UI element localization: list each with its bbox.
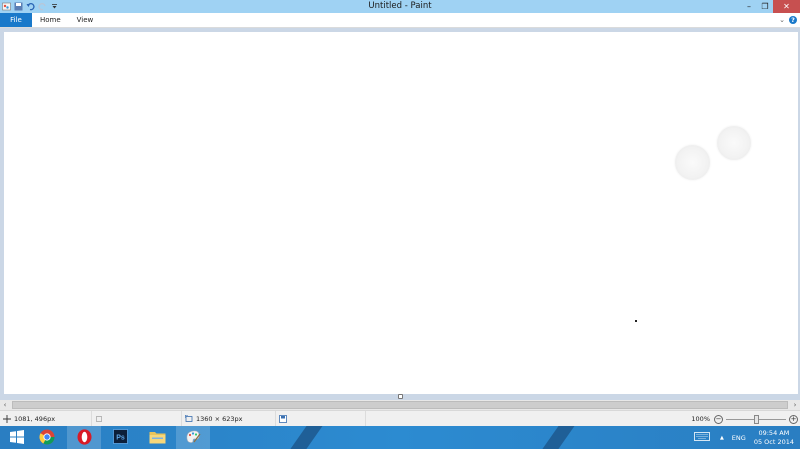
keyboard-icon[interactable]	[694, 432, 710, 443]
undo-icon[interactable]	[25, 2, 35, 12]
help-icon[interactable]: ?	[789, 16, 797, 24]
selection-size-cell	[92, 411, 182, 427]
quick-access-toolbar	[0, 0, 61, 13]
ribbon-tabs: File Home View ⌄ ?	[0, 13, 800, 28]
zoom-in-button[interactable]: +	[789, 414, 798, 424]
canvas-size-cell: 1360 × 623px	[182, 411, 276, 427]
canvas-size-icon	[184, 415, 193, 424]
workspace	[0, 28, 800, 400]
crosshair-icon	[2, 415, 11, 424]
taskbar-paint[interactable]	[176, 426, 210, 449]
bubble-graphic	[717, 126, 751, 160]
tab-home[interactable]: Home	[32, 13, 69, 27]
opera-icon	[77, 428, 92, 447]
system-tray: ▲ ENG 09:54 AM 05 Oct 2014	[694, 426, 800, 449]
taskbar-chrome[interactable]	[30, 426, 64, 449]
taskbar: Ps ▲ ENG 09:54 AM 05 Oct 2014	[0, 426, 800, 449]
window-title: Untitled - Paint	[368, 1, 432, 11]
scroll-thumb[interactable]	[12, 401, 788, 409]
cursor-position-cell: 1081, 496px	[0, 411, 92, 427]
file-size-cell	[276, 411, 366, 427]
save-icon[interactable]	[13, 2, 23, 12]
horizontal-scrollbar[interactable]: ‹ ›	[0, 400, 800, 410]
scroll-left-button[interactable]: ‹	[0, 400, 10, 410]
minimize-button[interactable]: –	[741, 0, 757, 13]
chrome-icon	[39, 429, 55, 447]
redo-icon[interactable]	[37, 2, 47, 12]
zoom-out-button[interactable]: −	[714, 414, 723, 424]
start-icon	[10, 429, 24, 446]
svg-text:Ps: Ps	[116, 435, 125, 442]
paint-app-icon[interactable]	[1, 2, 11, 12]
status-bar: 1081, 496px 1360 × 623px 100% − +	[0, 410, 800, 427]
zoom-controls: 100% − +	[691, 411, 800, 427]
title-bar: Untitled - Paint – ❐ ✕	[0, 0, 800, 13]
drawing-canvas[interactable]	[4, 32, 798, 394]
restore-button[interactable]: ❐	[757, 0, 773, 13]
canvas-resize-handle[interactable]	[398, 394, 403, 399]
photoshop-icon: Ps	[112, 429, 128, 446]
clock-time: 09:54 AM	[758, 428, 790, 437]
canvas-dot	[635, 320, 637, 322]
cursor-position: 1081, 496px	[14, 415, 56, 423]
zoom-level: 100%	[691, 415, 710, 423]
start-button[interactable]	[0, 426, 34, 449]
clock[interactable]: 09:54 AM 05 Oct 2014	[754, 429, 794, 447]
tab-file[interactable]: File	[0, 13, 32, 27]
minimize-ribbon-icon[interactable]: ⌄	[779, 16, 785, 24]
taskbar-opera[interactable]	[67, 426, 101, 449]
zoom-slider[interactable]	[726, 414, 786, 424]
close-button[interactable]: ✕	[773, 0, 800, 13]
clock-date: 05 Oct 2014	[753, 437, 794, 446]
paint-icon	[185, 429, 201, 446]
taskbar-file-explorer[interactable]	[140, 426, 174, 449]
window-controls: – ❐ ✕	[741, 0, 800, 13]
customize-dropdown-icon[interactable]	[49, 2, 59, 12]
zoom-slider-knob[interactable]	[754, 414, 759, 424]
show-hidden-icons[interactable]: ▲	[720, 435, 724, 441]
bubble-graphic	[675, 145, 710, 180]
canvas-size: 1360 × 623px	[196, 415, 243, 423]
scroll-track[interactable]	[10, 401, 790, 409]
taskbar-photoshop[interactable]: Ps	[103, 426, 137, 449]
file-explorer-icon	[149, 430, 166, 446]
selection-size-icon	[94, 415, 103, 424]
file-size-icon	[278, 415, 287, 424]
scroll-right-button[interactable]: ›	[790, 400, 800, 410]
language-indicator[interactable]: ENG	[732, 434, 746, 442]
tab-view[interactable]: View	[69, 13, 102, 27]
